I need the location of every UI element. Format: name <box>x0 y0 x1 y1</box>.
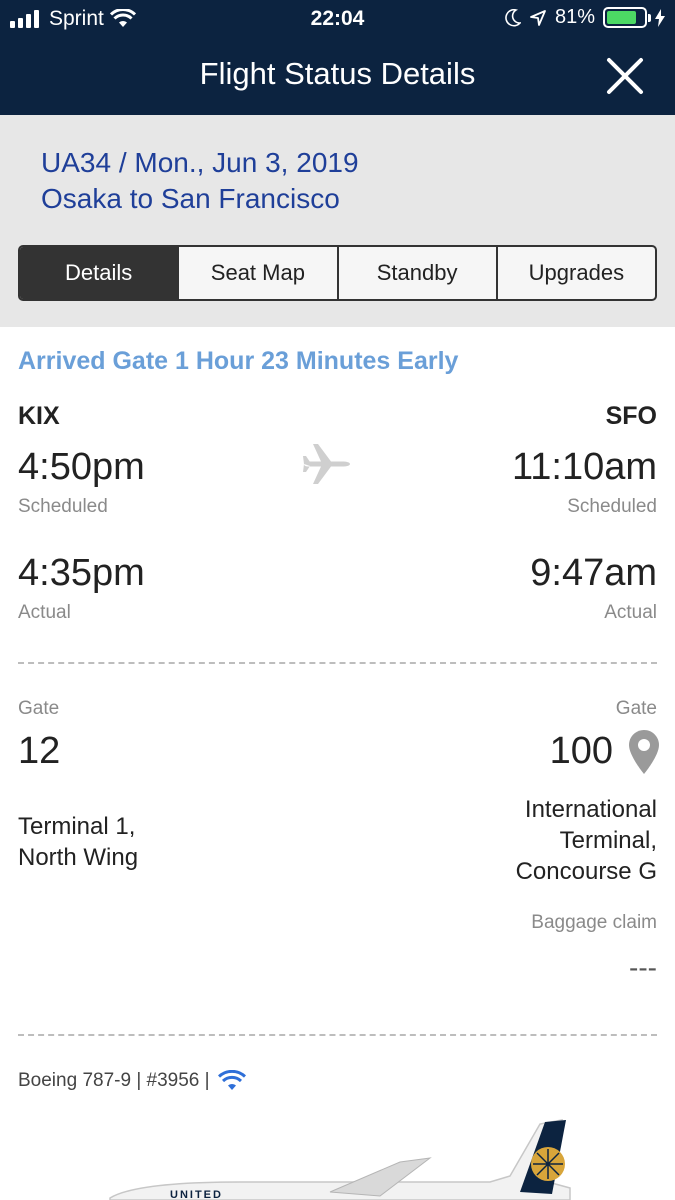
destination-terminal-line1: International <box>524 796 657 823</box>
origin-terminal-line2: North Wing <box>18 844 139 871</box>
destination-gate: 100 <box>549 730 613 772</box>
map-pin-icon[interactable] <box>629 730 659 774</box>
destination-actual-time: 9:47am <box>530 552 657 594</box>
flight-route: Osaka to San Francisco <box>41 183 340 214</box>
destination-code: SFO <box>605 402 657 430</box>
aircraft-info: Boeing 787-9 | #3956 | <box>18 1070 246 1092</box>
origin-terminal-line1: Terminal 1, <box>18 813 136 840</box>
livery-text: UNITED <box>170 1189 223 1200</box>
origin-scheduled-time: 4:50pm <box>18 446 145 488</box>
charging-bolt-icon <box>655 8 665 27</box>
battery-icon <box>603 7 651 28</box>
destination-scheduled-time: 11:10am <box>511 446 657 488</box>
top-bar: Sprint 22:04 81% Flight Status Details <box>0 0 675 115</box>
origin-scheduled-label: Scheduled <box>18 496 108 517</box>
status-bar: Sprint 22:04 81% <box>0 0 675 38</box>
origin-actual-time: 4:35pm <box>18 552 145 594</box>
airplane-icon <box>303 444 350 484</box>
destination-terminal-line2: Terminal, <box>559 827 657 854</box>
origin-code: KIX <box>18 402 60 430</box>
origin-actual-label: Actual <box>18 602 71 623</box>
tab-upgrades[interactable]: Upgrades <box>498 247 655 299</box>
wifi-icon <box>217 1070 246 1090</box>
moon-icon <box>505 8 521 27</box>
destination-scheduled-label: Scheduled <box>567 496 657 517</box>
origin-gate-label: Gate <box>18 698 60 719</box>
destination-terminal: International Terminal, Concourse G <box>516 794 657 887</box>
battery-fill <box>607 11 637 24</box>
tab-seat-map[interactable]: Seat Map <box>179 247 339 299</box>
divider <box>18 1034 657 1036</box>
page-title: Flight Status Details <box>199 56 476 91</box>
arrival-status: Arrived Gate 1 Hour 23 Minutes Early <box>18 347 459 375</box>
baggage-claim-label: Baggage claim <box>531 912 657 933</box>
aircraft-image: UNITED <box>109 1119 571 1200</box>
baggage-claim-value: --- <box>629 952 657 983</box>
destination-terminal-line3: Concourse G <box>515 858 657 885</box>
battery-percent: 81% <box>554 6 595 28</box>
divider <box>18 662 657 664</box>
aircraft-text: Boeing 787-9 | #3956 | <box>18 1070 210 1091</box>
origin-gate: 12 <box>18 730 61 772</box>
flight-number-date: UA34 / Mon., Jun 3, 2019 <box>41 147 359 178</box>
flight-summary: UA34 / Mon., Jun 3, 2019 Osaka to San Fr… <box>0 115 675 327</box>
tab-bar: Details Seat Map Standby Upgrades <box>18 245 657 301</box>
tab-standby[interactable]: Standby <box>339 247 498 299</box>
close-icon[interactable] <box>605 56 645 96</box>
origin-terminal: Terminal 1, North Wing <box>18 811 138 873</box>
destination-actual-label: Actual <box>604 602 657 623</box>
location-arrow-icon <box>530 9 546 26</box>
status-right: 81% <box>505 6 665 29</box>
destination-gate-label: Gate <box>615 698 657 719</box>
tab-details[interactable]: Details <box>20 247 180 299</box>
